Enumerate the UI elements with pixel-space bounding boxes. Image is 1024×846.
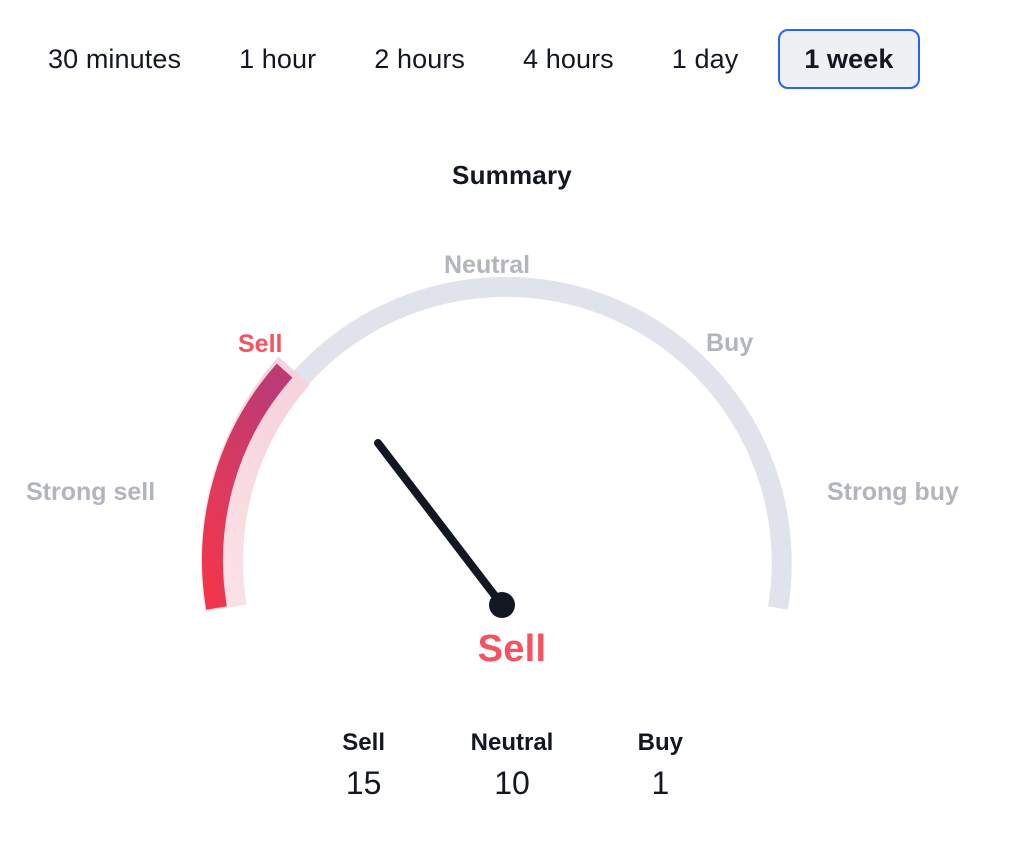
signal-counts: Sell 15 Neutral 10 Buy 1 <box>0 728 1024 806</box>
count-label-sell: Sell <box>342 729 385 756</box>
summary-verdict: Sell <box>477 628 547 670</box>
tab-30-minutes[interactable]: 30 minutes <box>30 29 199 89</box>
count-cell-neutral: Neutral 10 <box>471 728 554 806</box>
timeframe-tabbar: 30 minutes 1 hour 2 hours 4 hours 1 day … <box>0 0 1024 118</box>
count-label-neutral: Neutral <box>470 729 554 756</box>
gauge-needle-pivot <box>489 592 515 618</box>
tab-1-day[interactable]: 1 day <box>654 29 757 89</box>
gauge-needle <box>374 439 515 618</box>
summary-gauge: Strong sell Sell Neutral Buy Strong buy … <box>0 218 1024 698</box>
count-label-buy: Buy <box>637 729 684 756</box>
count-cell-buy: Buy 1 <box>623 728 697 806</box>
gauge-zone-label-sell: Sell <box>238 330 283 358</box>
tab-1-week[interactable]: 1 week <box>778 28 920 90</box>
gauge-zone-label-strong-sell: Strong sell <box>26 478 156 506</box>
tab-2-hours[interactable]: 2 hours <box>356 29 483 89</box>
count-value-neutral: 10 <box>494 765 530 801</box>
count-value-buy: 1 <box>651 765 670 801</box>
gauge-zone-label-neutral: Neutral <box>444 251 531 279</box>
gauge-zone-label-strong-buy: Strong buy <box>827 478 959 506</box>
count-cell-sell: Sell 15 <box>327 728 401 806</box>
tab-4-hours[interactable]: 4 hours <box>505 29 632 89</box>
count-value-sell: 15 <box>345 765 382 801</box>
summary-title: Summary <box>452 160 572 190</box>
gauge-zone-label-buy: Buy <box>706 329 754 357</box>
tab-1-hour[interactable]: 1 hour <box>221 29 334 89</box>
gauge-svg <box>201 276 792 618</box>
